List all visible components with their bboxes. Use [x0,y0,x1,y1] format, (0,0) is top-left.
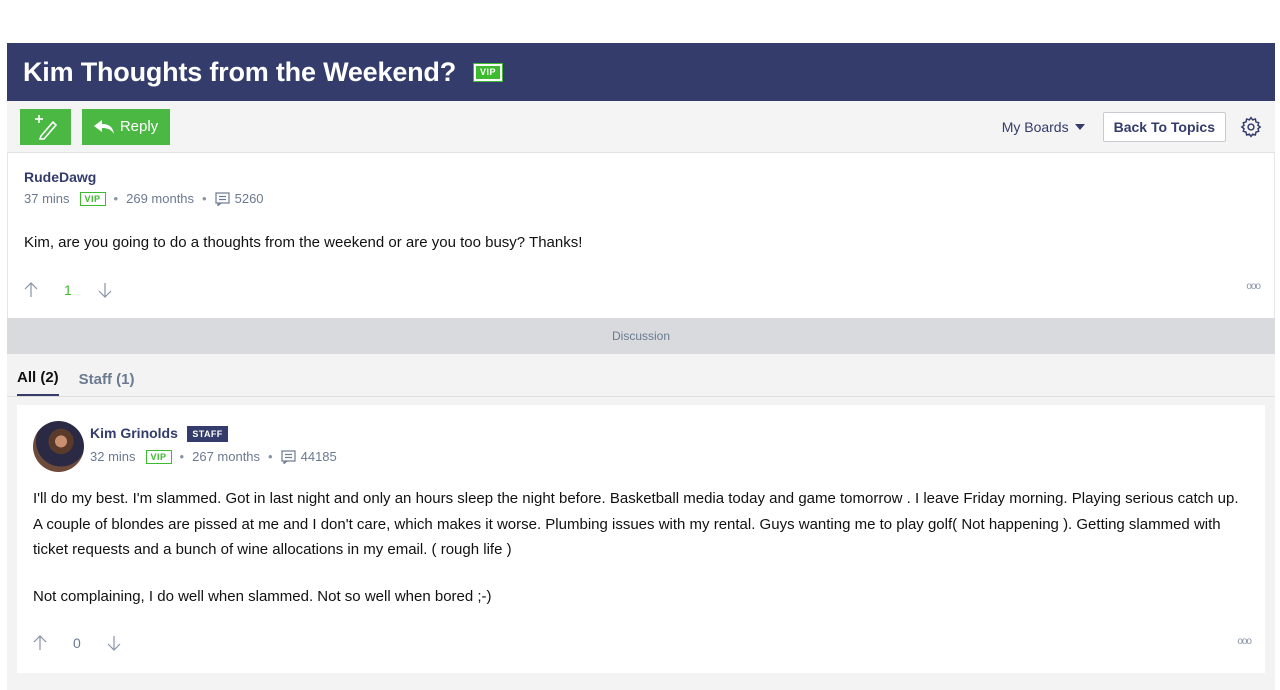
post-count: 44185 [300,449,337,464]
back-to-topics-button[interactable]: Back To Topics [1102,111,1226,142]
post-paragraph: I'll do my best. I'm slammed. Got in las… [33,490,1239,558]
thread-container: Kim Thoughts from the Weekend? VIP Reply… [7,43,1275,690]
post-paragraph: Not complaining, I do well when slammed.… [33,587,492,605]
post-count: 5260 [234,191,264,206]
caret-down-icon [1074,123,1085,130]
thread-header: Kim Thoughts from the Weekend? VIP [7,43,1275,101]
more-options-button[interactable]: ooo [1237,636,1252,647]
member-tenure: 267 months [192,449,261,464]
separator-dot: • [179,449,185,464]
vote-controls: 1 [24,282,112,298]
tab-all[interactable]: All (2) [17,369,59,396]
vip-badge: VIP [473,62,504,82]
message-count-icon [215,191,230,206]
my-boards-dropdown[interactable]: My Boards [1002,119,1085,135]
separator-dot: • [268,449,273,464]
staff-badge: STAFF [187,425,228,442]
post-body: I'll do my best. I'm slammed. Got in las… [33,486,1249,609]
message-count-icon [281,449,296,464]
author-line: Kim Grinolds STAFF [90,425,337,443]
post-meta: 37 mins VIP • 269 months • 5260 [24,191,1258,206]
reply-arrow-icon [93,119,114,134]
upvote-arrow-icon[interactable] [24,282,38,298]
discussion-divider: Discussion [7,318,1275,354]
reply-author-info: Kim Grinolds STAFF 32 mins VIP • 267 mon… [90,421,337,464]
member-tenure: 269 months [126,191,195,206]
reply-filter-tabs: All (2) Staff (1) [7,354,1275,397]
downvote-arrow-icon[interactable] [98,282,112,298]
downvote-arrow-icon[interactable] [107,635,121,651]
post-author[interactable]: RudeDawg [24,169,1258,185]
my-boards-label: My Boards [1001,118,1069,135]
reply-post: Kim Grinolds STAFF 32 mins VIP • 267 mon… [17,405,1265,673]
vote-controls: 0 [33,635,121,651]
thread-toolbar: Reply My Boards Back To Topics [7,101,1275,153]
page-title: Kim Thoughts from the Weekend? [23,56,457,87]
post-body: Kim, are you going to do a thoughts from… [24,234,583,251]
reply-button[interactable]: Reply [82,108,170,145]
upvote-arrow-icon[interactable] [33,635,47,651]
separator-dot: • [202,191,207,206]
new-topic-button[interactable] [20,108,71,145]
separator-dot: • [113,191,119,206]
discussion-area: All (2) Staff (1) Kim Grinolds STAFF 32 … [7,354,1275,690]
original-post: RudeDawg 37 mins VIP • 269 months • 5260… [7,153,1275,318]
post-time: 32 mins [90,449,136,464]
post-meta: 32 mins VIP • 267 months • 44185 [90,449,337,464]
more-options-button[interactable]: ooo [1246,281,1261,292]
avatar[interactable] [33,421,84,472]
tab-staff[interactable]: Staff (1) [79,371,135,396]
reply-post-header: Kim Grinolds STAFF 32 mins VIP • 267 mon… [33,421,1249,472]
vote-count: 0 [73,635,81,651]
vote-count: 1 [64,282,72,298]
gear-icon[interactable] [1240,115,1262,138]
reply-label: Reply [119,118,159,135]
vip-badge: VIP [145,449,172,464]
post-time: 37 mins [24,191,70,206]
pencil-plus-icon [34,114,57,140]
vip-badge: VIP [79,191,106,206]
post-author[interactable]: Kim Grinolds [90,425,178,441]
